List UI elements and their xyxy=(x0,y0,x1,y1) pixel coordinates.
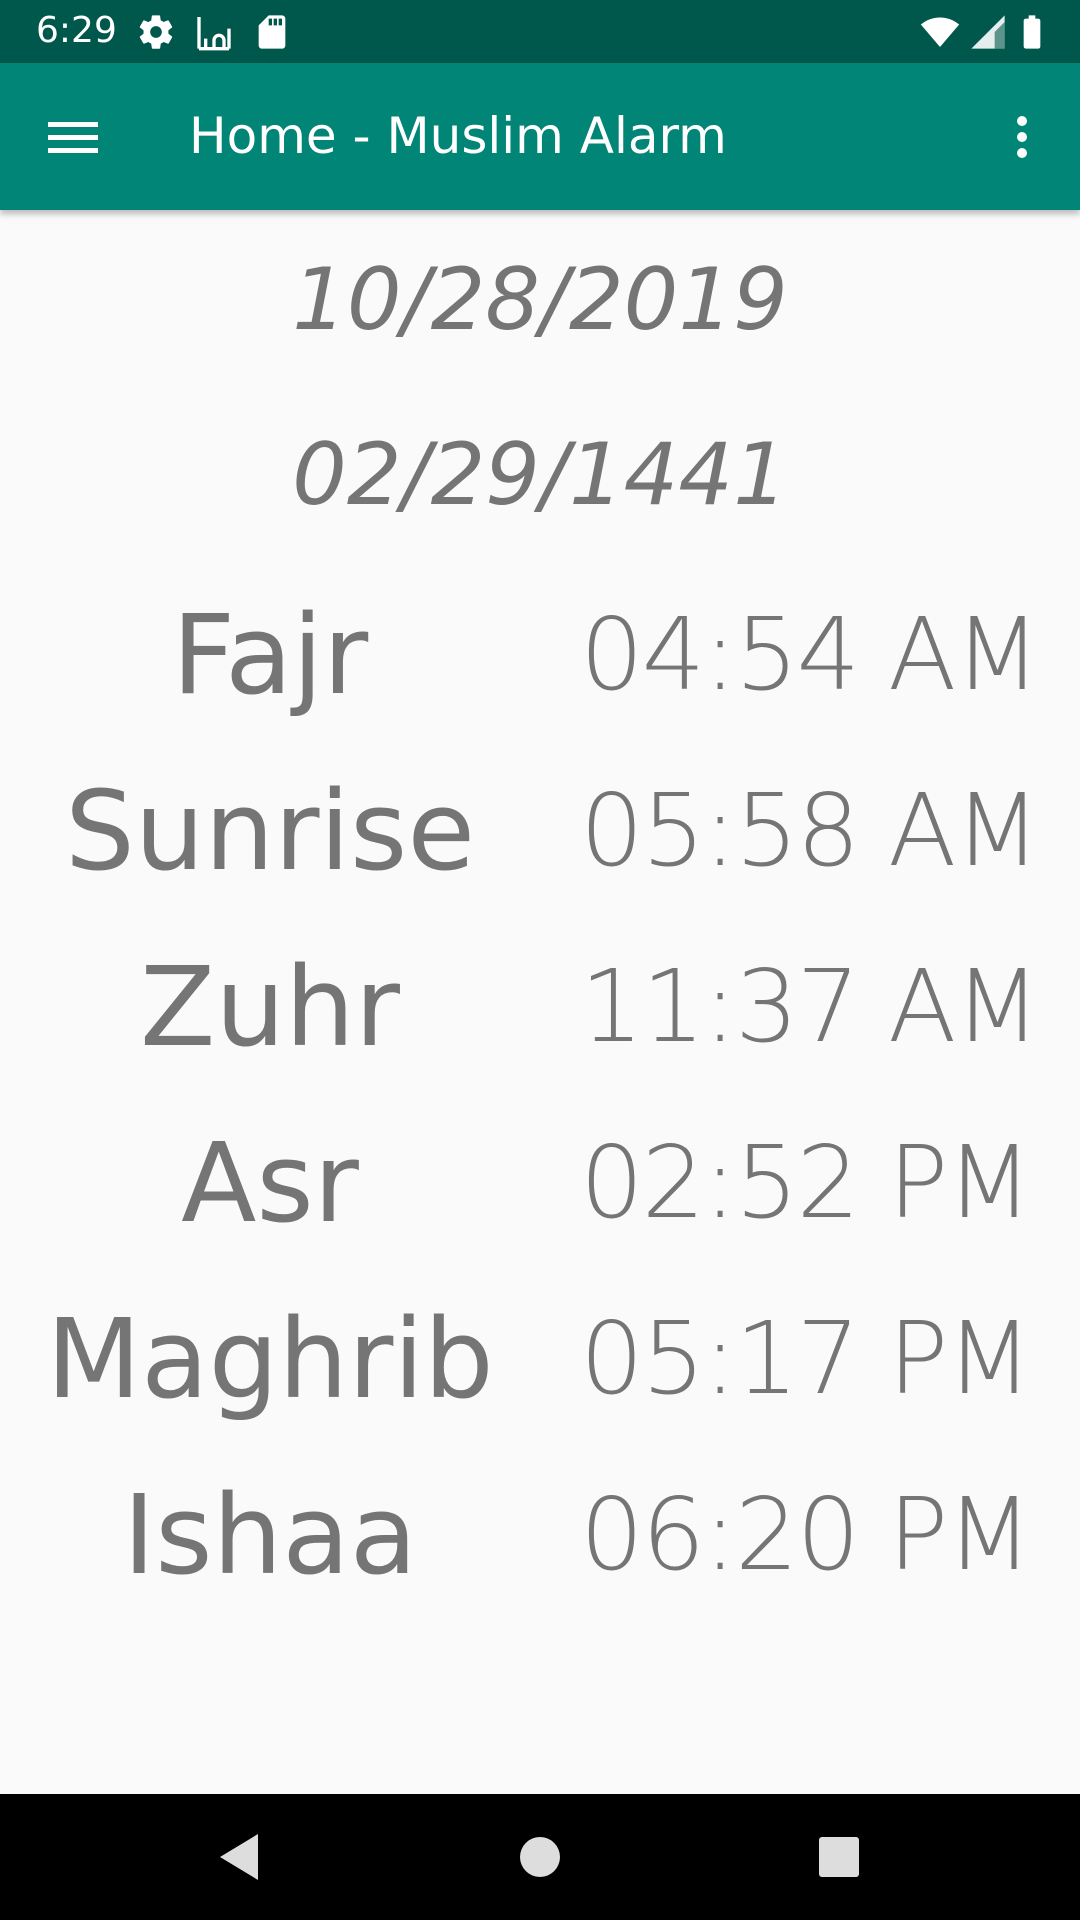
mosque-icon xyxy=(197,17,231,51)
prayer-name: Sunrise xyxy=(64,767,476,895)
app-bar: Home - Muslim Alarm xyxy=(0,63,1080,210)
prayer-row-asr: Asr 02:52 PM xyxy=(0,1108,1080,1258)
prayer-name: Asr xyxy=(181,1119,359,1247)
gregorian-date: 10/28/2019 xyxy=(292,250,788,350)
battery-icon xyxy=(1023,15,1041,49)
prayer-name: Maghrib xyxy=(46,1295,494,1423)
prayer-name: Ishaa xyxy=(122,1471,418,1599)
page-title: Home - Muslim Alarm xyxy=(189,107,727,165)
cell-signal-icon xyxy=(971,15,1005,49)
prayer-row-ishaa: Ishaa 06:20 PM xyxy=(0,1460,1080,1610)
back-icon[interactable] xyxy=(206,1824,272,1890)
prayer-name: Fajr xyxy=(171,591,369,719)
status-time: 6:29 xyxy=(36,10,117,51)
sd-card-icon xyxy=(258,15,286,49)
prayer-time: 11:37 AM xyxy=(580,948,1041,1065)
gear-icon xyxy=(139,15,173,49)
hamburger-menu-icon[interactable] xyxy=(40,107,106,167)
prayer-time: 06:20 PM xyxy=(580,1476,1033,1593)
hijri-date: 02/29/1441 xyxy=(292,425,788,525)
prayer-row-fajr: Fajr 04:54 AM xyxy=(0,580,1080,730)
home-icon[interactable] xyxy=(507,1824,573,1890)
wifi-icon xyxy=(920,17,960,47)
prayer-row-sunrise: Sunrise 05:58 AM xyxy=(0,756,1080,906)
prayer-time: 05:58 AM xyxy=(580,772,1041,889)
prayer-row-maghrib: Maghrib 05:17 PM xyxy=(0,1284,1080,1434)
prayer-time: 04:54 AM xyxy=(580,596,1041,713)
prayer-name: Zuhr xyxy=(139,943,400,1071)
prayer-row-zuhr: Zuhr 11:37 AM xyxy=(0,932,1080,1082)
more-vert-icon[interactable] xyxy=(1000,107,1044,167)
status-bar: 6:29 xyxy=(0,0,1080,63)
prayer-time: 02:52 PM xyxy=(580,1124,1033,1241)
recents-icon[interactable] xyxy=(806,1824,872,1890)
system-nav-bar xyxy=(0,1794,1080,1920)
prayer-time: 05:17 PM xyxy=(580,1300,1033,1417)
